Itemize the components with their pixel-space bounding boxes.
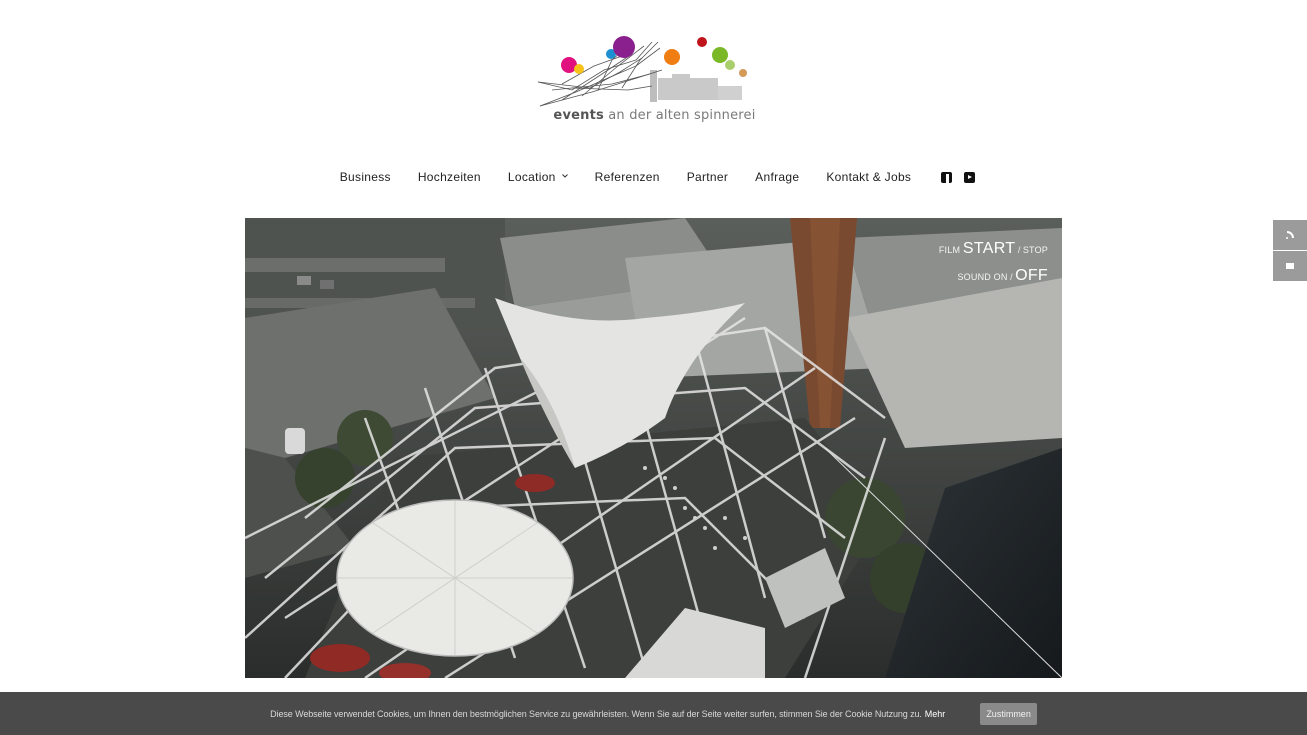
rss-button[interactable] — [1273, 220, 1307, 250]
film-stop-button[interactable]: STOP — [1023, 245, 1048, 255]
nav-item-kontakt-jobs[interactable]: Kontakt & Jobs — [826, 170, 911, 184]
nav-item-label: Partner — [686, 170, 729, 184]
logo-graphic — [537, 36, 747, 107]
chevron-down-icon — [561, 174, 568, 178]
film-label: FILM — [938, 245, 963, 255]
sound-on-button[interactable]: ON — [994, 272, 1008, 282]
nav-item-referenzen[interactable]: Referenzen — [595, 170, 660, 184]
hero-video[interactable]: FILM START / STOP SOUND ON / OFF — [245, 218, 1062, 678]
film-control-row: FILM START / STOP — [939, 236, 1048, 263]
cookie-more-link[interactable]: Mehr — [925, 709, 946, 719]
film-separator: / — [1015, 245, 1023, 255]
nav-item-label: Referenzen — [594, 170, 660, 184]
youtube-icon[interactable] — [963, 171, 975, 183]
cookie-message: Diese Webseite verwendet Cookies, um Ihn… — [270, 708, 922, 719]
sound-control-row: SOUND ON / OFF — [939, 263, 1048, 290]
mail-icon — [1286, 263, 1294, 269]
sound-separator: / — [1007, 272, 1016, 282]
nav-item-label: Business — [339, 170, 391, 184]
sound-off-button[interactable]: OFF — [1015, 267, 1048, 284]
logo-wordmark: events an der alten spinnerei — [532, 108, 777, 123]
nav-item-business[interactable]: Business — [340, 170, 391, 184]
nav-item-label: Hochzeiten — [417, 170, 481, 184]
nav-item-label: Kontakt & Jobs — [826, 170, 912, 184]
nav-item-partner[interactable]: Partner — [687, 170, 728, 184]
nav-item-hochzeiten[interactable]: Hochzeiten — [418, 170, 481, 184]
nav-item-anfrage[interactable]: Anfrage — [755, 170, 799, 184]
nav-item-location[interactable]: Location — [508, 170, 568, 184]
side-share-bar — [1273, 220, 1307, 282]
site-logo[interactable]: events an der alten spinnerei — [532, 30, 777, 130]
logo-word-rest: an der alten spinnerei — [603, 108, 756, 123]
film-start-button[interactable]: START — [963, 240, 1015, 257]
video-controls: FILM START / STOP SOUND ON / OFF — [939, 236, 1048, 290]
nav-item-label: Anfrage — [755, 170, 800, 184]
mail-button[interactable] — [1273, 251, 1307, 281]
main-navigation: Business Hochzeiten Location Referenzen … — [0, 166, 1307, 188]
logo-word-bold: events — [553, 108, 604, 123]
social-links — [935, 171, 981, 183]
rss-icon — [1286, 231, 1294, 239]
nav-item-label: Location — [507, 170, 556, 184]
sound-label: SOUND — [957, 272, 994, 282]
cookie-banner: Diese Webseite verwendet Cookies, um Ihn… — [0, 692, 1307, 735]
facebook-icon[interactable] — [940, 171, 952, 183]
cookie-accept-button[interactable]: Zustimmen — [980, 702, 1037, 725]
